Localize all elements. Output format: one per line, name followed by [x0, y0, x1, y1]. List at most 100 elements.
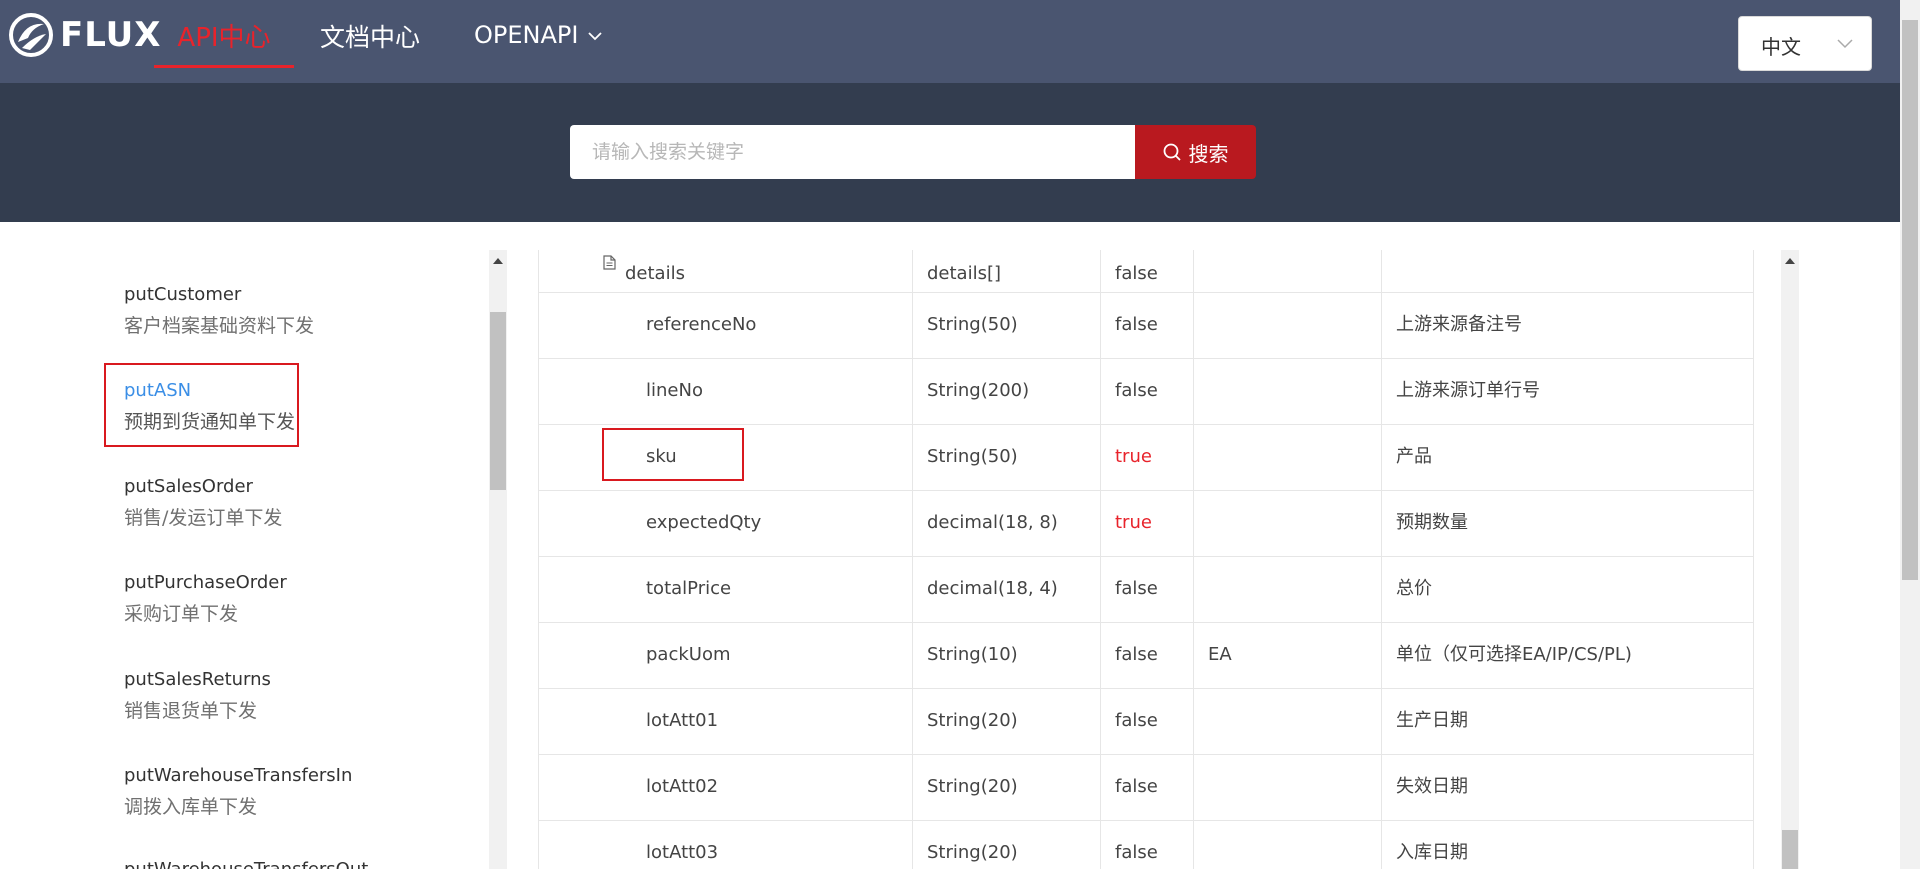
sidebar-item-putwarehousetransfersin[interactable]: putWarehouseTransfersIn 调拨入库单下发 [124, 765, 352, 819]
sidebar-item-name: putWarehouseTransfersOut [124, 859, 368, 869]
param-name: lineNo [538, 359, 912, 425]
param-desc: 生产日期 [1381, 689, 1754, 755]
param-required: false [1100, 557, 1193, 623]
param-type: decimal(18, 8) [912, 491, 1100, 557]
param-type: decimal(18, 4) [912, 557, 1100, 623]
api-sidebar: putCustomer 客户档案基础资料下发 putASN 预期到货通知单下发 … [0, 222, 490, 869]
param-type: String(50) [912, 425, 1100, 491]
param-type: String(10) [912, 623, 1100, 689]
param-type: details[] [912, 250, 1100, 293]
param-required: false [1100, 821, 1193, 869]
flux-logo-icon [9, 13, 53, 57]
sidebar-scrollbar[interactable] [489, 250, 507, 869]
sidebar-item-putwarehousetransfersout[interactable]: putWarehouseTransfersOut [124, 859, 368, 869]
param-type: String(20) [912, 689, 1100, 755]
search-button-label: 搜索 [1188, 141, 1229, 166]
search-input[interactable] [570, 125, 1136, 179]
logo[interactable]: FLUX [8, 12, 162, 58]
param-name: referenceNo [538, 293, 912, 359]
param-default [1193, 689, 1381, 755]
scroll-up-arrow-icon[interactable] [1785, 258, 1795, 264]
table-row: lotAtt01 String(20) false 生产日期 [538, 689, 1754, 755]
sidebar-item-putsalesorder[interactable]: putSalesOrder 销售/发运订单下发 [124, 476, 282, 530]
param-required: false [1100, 755, 1193, 821]
sidebar-item-name: putSalesReturns [124, 669, 271, 690]
table-row: lineNo String(200) false 上游来源订单行号 [538, 359, 1754, 425]
scrollbar-thumb[interactable] [1782, 830, 1798, 869]
search-icon [1163, 143, 1181, 161]
nav-doc-center[interactable]: 文档中心 [320, 0, 420, 68]
chevron-down-icon [588, 31, 603, 40]
param-default [1193, 425, 1381, 491]
param-desc: 总价 [1381, 557, 1754, 623]
param-name: packUom [538, 623, 912, 689]
param-name: lotAtt03 [538, 821, 912, 869]
sidebar-item-desc: 采购订单下发 [124, 603, 239, 625]
chevron-down-icon [1837, 39, 1853, 49]
param-desc: 上游来源备注号 [1381, 293, 1754, 359]
param-name: lotAtt01 [538, 689, 912, 755]
sidebar-item-desc: 调拨入库单下发 [124, 796, 258, 818]
param-desc: 入库日期 [1381, 821, 1754, 869]
param-type: String(20) [912, 755, 1100, 821]
param-required: true [1100, 491, 1193, 557]
param-default [1193, 491, 1381, 557]
sidebar-item-name: putCustomer [124, 284, 242, 305]
nav-openapi[interactable]: OPENAPI [474, 0, 603, 68]
param-name: totalPrice [538, 557, 912, 623]
param-required: true [1100, 425, 1193, 491]
highlight-box [602, 428, 744, 481]
sidebar-item-name: putPurchaseOrder [124, 572, 287, 593]
language-label: 中文 [1761, 35, 1801, 59]
param-default [1193, 821, 1381, 869]
param-default: EA [1193, 623, 1381, 689]
table-row: referenceNo String(50) false 上游来源备注号 [538, 293, 1754, 359]
param-name: lotAtt02 [538, 755, 912, 821]
table-row: details details[] false [538, 250, 1754, 293]
param-required: false [1100, 250, 1193, 293]
param-default [1193, 359, 1381, 425]
sidebar-item-name: putWarehouseTransfersIn [124, 765, 353, 786]
param-desc: 预期数量 [1381, 491, 1754, 557]
param-name: expectedQty [538, 491, 912, 557]
param-name-cell: details [538, 250, 912, 293]
highlight-box [104, 363, 299, 447]
table-row: expectedQty decimal(18, 8) true 预期数量 [538, 491, 1754, 557]
sidebar-item-putsalesreturns[interactable]: putSalesReturns 销售退货单下发 [124, 669, 271, 723]
sidebar-item-putpurchaseorder[interactable]: putPurchaseOrder 采购订单下发 [124, 572, 287, 626]
page-scrollbar[interactable] [1900, 0, 1920, 869]
language-select[interactable]: 中文 [1738, 16, 1872, 71]
logo-text: FLUX [60, 15, 162, 55]
param-default [1193, 755, 1381, 821]
sidebar-item-desc: 销售退货单下发 [124, 700, 258, 722]
scrollbar-thumb[interactable] [490, 312, 506, 490]
scrollbar-thumb[interactable] [1902, 20, 1918, 580]
scroll-up-arrow-icon[interactable] [493, 258, 503, 264]
param-desc: 产品 [1381, 425, 1754, 491]
param-default [1193, 250, 1381, 293]
table-row: lotAtt02 String(20) false 失效日期 [538, 755, 1754, 821]
sidebar-item-desc: 客户档案基础资料下发 [124, 315, 315, 337]
param-required: false [1100, 689, 1193, 755]
param-desc: 单位（仅可选择EA/IP/CS/PL) [1381, 623, 1754, 689]
param-type: String(200) [912, 359, 1100, 425]
param-required: false [1100, 623, 1193, 689]
table-row: totalPrice decimal(18, 4) false 总价 [538, 557, 1754, 623]
search-button[interactable]: 搜索 [1135, 125, 1256, 179]
table-scrollbar[interactable] [1781, 250, 1799, 869]
table-row: lotAtt03 String(20) false 入库日期 [538, 821, 1754, 869]
param-desc: 失效日期 [1381, 755, 1754, 821]
param-desc: 上游来源订单行号 [1381, 359, 1754, 425]
sidebar-item-desc: 销售/发运订单下发 [124, 507, 283, 529]
sidebar-item-name: putSalesOrder [124, 476, 253, 497]
param-desc [1381, 250, 1754, 293]
param-type: String(50) [912, 293, 1100, 359]
param-required: false [1100, 293, 1193, 359]
param-default [1193, 293, 1381, 359]
file-icon [603, 255, 616, 270]
param-name: details [625, 263, 685, 284]
nav-api-center[interactable]: API中心 [154, 0, 294, 68]
top-nav-bar: FLUX API中心 文档中心 OPENAPI 中文 [0, 0, 1920, 83]
sidebar-item-putcustomer[interactable]: putCustomer 客户档案基础资料下发 [124, 284, 314, 338]
table-row: sku String(50) true 产品 [538, 425, 1754, 491]
